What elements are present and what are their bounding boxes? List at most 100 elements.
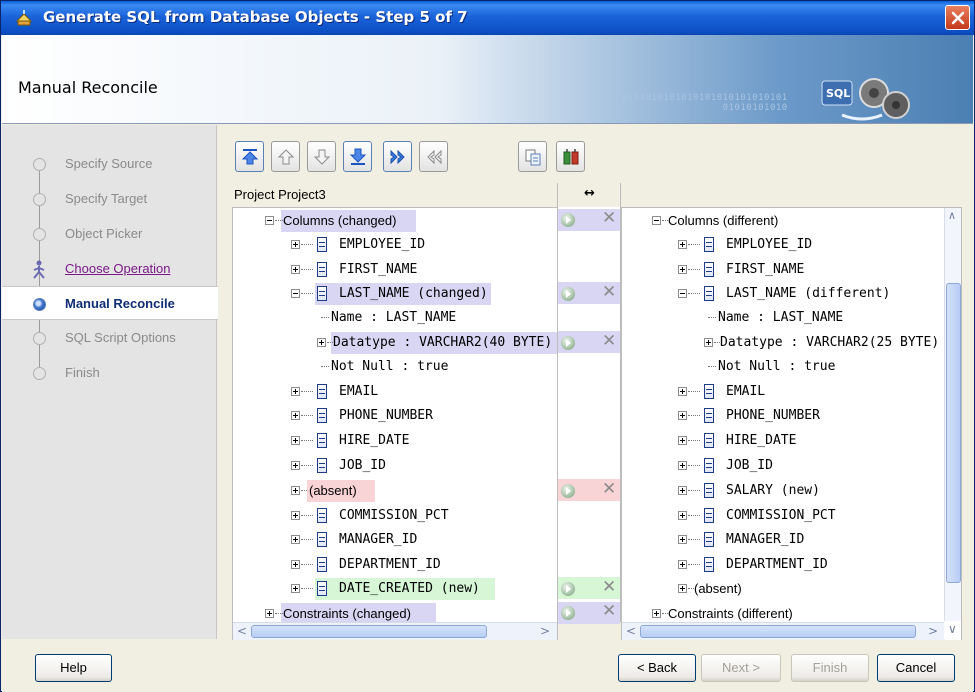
scroll-down-icon[interactable]: ∨ xyxy=(948,622,957,636)
help-button[interactable]: Help xyxy=(35,654,112,682)
scroll-right-icon[interactable]: > xyxy=(928,624,938,638)
step-label: Object Picker xyxy=(65,226,143,241)
expand-icon[interactable] xyxy=(291,486,300,495)
right-horizontal-scrollbar[interactable]: < > xyxy=(622,622,944,640)
node-label: PHONE_NUMBER xyxy=(726,408,820,423)
column-icon xyxy=(317,286,327,301)
tree-node-columns[interactable]: Columns (changed) xyxy=(265,210,465,232)
step-manual-reconcile[interactable]: Manual Reconcile xyxy=(2,286,218,320)
reject-icon[interactable]: ✕ xyxy=(602,603,616,620)
expand-icon[interactable] xyxy=(678,486,687,495)
reject-icon[interactable]: ✕ xyxy=(602,210,616,227)
node-label: COMMISSION_PCT xyxy=(339,508,449,523)
expand-icon[interactable] xyxy=(652,609,661,618)
node-label: Name : LAST_NAME xyxy=(331,310,457,325)
scroll-right-icon[interactable]: > xyxy=(540,624,550,638)
finish-button[interactable]: Finish xyxy=(791,654,869,682)
reject-icon[interactable]: ✕ xyxy=(602,284,616,301)
reject-icon[interactable]: ✕ xyxy=(602,333,616,350)
apply-all-button[interactable] xyxy=(383,141,412,172)
expand-icon[interactable] xyxy=(291,387,300,396)
expand-icon[interactable] xyxy=(678,387,687,396)
expand-icon[interactable] xyxy=(291,584,300,593)
column-icon xyxy=(317,433,327,448)
revert-all-button[interactable] xyxy=(419,141,448,172)
tree-connector xyxy=(301,440,313,441)
step-label: Specify Target xyxy=(65,191,148,206)
column-icon xyxy=(317,532,327,547)
expand-icon[interactable] xyxy=(291,240,300,249)
close-button[interactable] xyxy=(945,5,970,30)
reject-icon[interactable]: ✕ xyxy=(602,579,616,596)
scrollbar-thumb[interactable] xyxy=(640,625,916,638)
expand-icon[interactable] xyxy=(678,560,687,569)
collapse-icon[interactable] xyxy=(265,216,274,225)
next-button[interactable]: Next > xyxy=(701,654,781,682)
expand-icon[interactable] xyxy=(291,411,300,420)
node-label: EMPLOYEE_ID xyxy=(339,237,426,252)
node-label: Datatype : VARCHAR2(25 BYTE) ( xyxy=(720,335,955,350)
expand-icon[interactable] xyxy=(678,584,687,593)
move-top-button[interactable] xyxy=(235,141,264,172)
node-label: MANAGER_ID xyxy=(726,532,805,547)
expand-icon[interactable] xyxy=(291,511,300,520)
scroll-up-icon[interactable]: ∧ xyxy=(948,209,956,222)
right-vertical-scrollbar[interactable]: ∧ xyxy=(944,208,961,621)
move-bottom-button[interactable] xyxy=(343,141,372,172)
column-icon xyxy=(317,262,327,277)
wizard-window: Generate SQL from Database Objects - Ste… xyxy=(0,0,975,692)
expand-icon[interactable] xyxy=(678,511,687,520)
expand-icon[interactable] xyxy=(678,265,687,274)
back-label: < Back xyxy=(636,660,678,675)
column-icon xyxy=(704,508,714,523)
copy-icon xyxy=(525,149,541,166)
step-label: SQL Script Options xyxy=(65,330,176,345)
expand-icon[interactable] xyxy=(678,461,687,470)
move-down-icon xyxy=(313,149,331,165)
step-choose-operation[interactable]: Choose Operation xyxy=(2,252,217,286)
scroll-left-icon[interactable]: < xyxy=(237,624,247,638)
collapse-icon[interactable] xyxy=(652,216,661,225)
tree-connector xyxy=(688,539,700,540)
expand-icon[interactable] xyxy=(291,535,300,544)
apply-arrow-icon[interactable] xyxy=(561,336,575,350)
apply-arrow-icon[interactable] xyxy=(561,606,575,620)
expand-icon[interactable] xyxy=(678,411,687,420)
step-specify-target[interactable]: Specify Target xyxy=(2,182,217,216)
scroll-left-icon[interactable]: < xyxy=(626,624,636,638)
compare-button[interactable] xyxy=(556,141,585,172)
expand-icon[interactable] xyxy=(678,240,687,249)
expand-icon[interactable] xyxy=(291,436,300,445)
expand-icon[interactable] xyxy=(317,338,326,347)
expand-icon[interactable] xyxy=(291,461,300,470)
apply-arrow-icon[interactable] xyxy=(561,213,575,227)
collapse-icon[interactable] xyxy=(291,289,300,298)
expand-icon[interactable] xyxy=(678,535,687,544)
step-object-picker[interactable]: Object Picker xyxy=(2,217,217,251)
copy-button[interactable] xyxy=(518,141,547,172)
help-label: Help xyxy=(60,660,87,675)
move-down-button[interactable] xyxy=(307,141,336,172)
left-horizontal-scrollbar[interactable]: < > xyxy=(233,622,557,640)
apply-arrow-icon[interactable] xyxy=(561,484,575,498)
sql-logo-icon: SQL xyxy=(821,78,910,121)
expand-icon[interactable] xyxy=(265,609,274,618)
scrollbar-thumb[interactable] xyxy=(946,283,961,583)
collapse-icon[interactable] xyxy=(678,289,687,298)
scrollbar-thumb[interactable] xyxy=(251,625,487,638)
apply-arrow-icon[interactable] xyxy=(561,582,575,596)
column-icon xyxy=(317,581,327,596)
cancel-button[interactable]: Cancel xyxy=(877,654,955,682)
reject-icon[interactable]: ✕ xyxy=(602,481,616,498)
project-label: Project Project3 xyxy=(234,187,326,202)
step-specify-source[interactable]: Specify Source xyxy=(2,147,217,181)
move-up-button[interactable] xyxy=(271,141,300,172)
svg-text:SQL: SQL xyxy=(826,87,850,100)
back-button[interactable]: < Back xyxy=(618,654,696,682)
expand-icon[interactable] xyxy=(678,436,687,445)
tree-connector xyxy=(688,440,700,441)
apply-arrow-icon[interactable] xyxy=(561,287,575,301)
expand-icon[interactable] xyxy=(291,560,300,569)
expand-icon[interactable] xyxy=(291,265,300,274)
expand-icon[interactable] xyxy=(704,338,713,347)
